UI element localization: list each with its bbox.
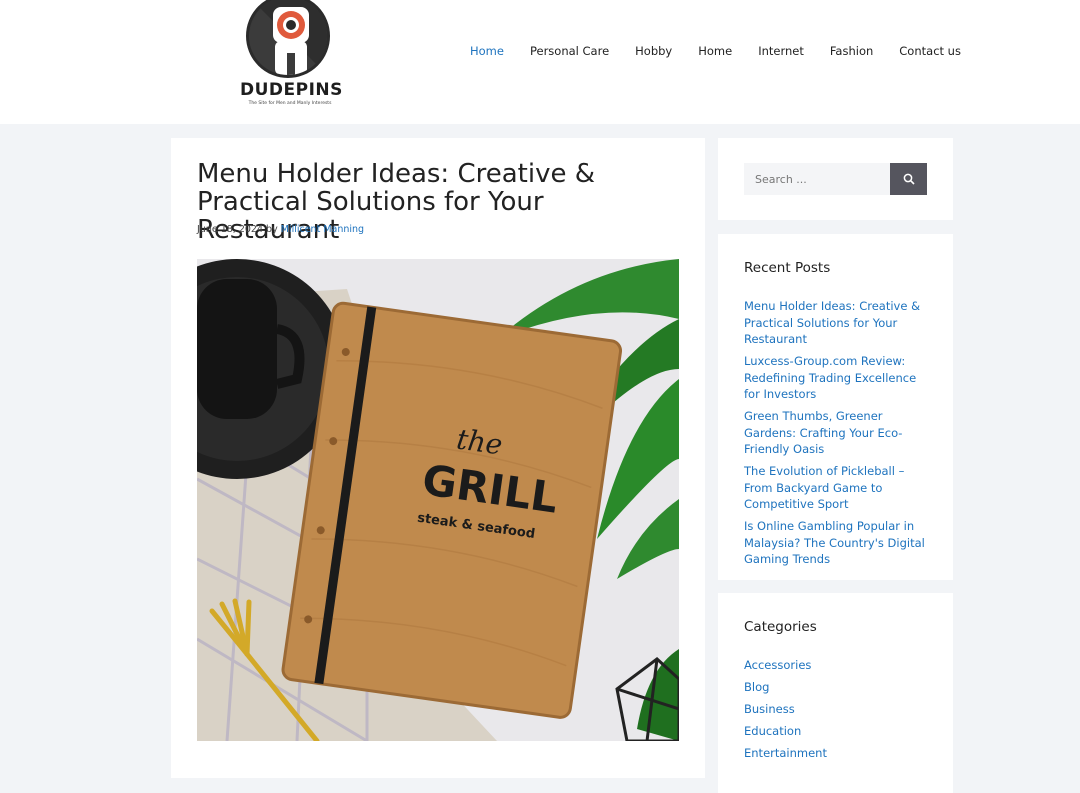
search-button[interactable] (890, 163, 927, 195)
nav-item-internet[interactable]: Internet (758, 44, 804, 58)
categories-list: Accessories Blog Business Education Ente… (744, 657, 930, 767)
category-link-business[interactable]: Business (744, 701, 930, 718)
by-label: by (266, 224, 278, 235)
categories-title: Categories (744, 619, 817, 635)
nav-item-contact-us[interactable]: Contact us (899, 44, 961, 58)
search-input[interactable] (744, 163, 890, 195)
site-logo[interactable]: DUDEPINS The Site for Men and Manly Inte… (240, 0, 343, 112)
recent-post-link[interactable]: Is Online Gambling Popular in Malaysia? … (744, 518, 930, 568)
recent-posts-widget: Recent Posts Menu Holder Ideas: Creative… (718, 234, 953, 580)
nav-item-hobby[interactable]: Hobby (635, 44, 672, 58)
site-header: DUDEPINS The Site for Men and Manly Inte… (0, 0, 1080, 124)
site-name: DUDEPINS (240, 80, 343, 100)
search-widget (718, 138, 953, 220)
menu-text-top: the (454, 422, 504, 461)
search-icon (890, 173, 927, 185)
recent-post-link[interactable]: Menu Holder Ideas: Creative & Practical … (744, 298, 930, 348)
featured-image: the GRILL steak & seafood (197, 259, 679, 741)
post-date: June 18, 2024 (197, 224, 264, 235)
recent-post-link[interactable]: The Evolution of Pickleball – From Backy… (744, 463, 930, 513)
nav-item-home-2[interactable]: Home (698, 44, 732, 58)
recent-post-link[interactable]: Luxcess-Group.com Review: Redefining Tra… (744, 353, 930, 403)
category-link-entertainment[interactable]: Entertainment (744, 745, 930, 762)
author-link[interactable]: Millicent Manning (281, 224, 364, 235)
main-nav: Home Personal Care Hobby Home Internet F… (470, 44, 961, 58)
logo-emblem (246, 0, 330, 78)
recent-posts-list: Menu Holder Ideas: Creative & Practical … (744, 298, 930, 573)
article-meta: June 18, 2024 by Millicent Manning (197, 224, 364, 235)
nav-item-home[interactable]: Home (470, 44, 504, 58)
category-link-education[interactable]: Education (744, 723, 930, 740)
recent-post-link[interactable]: Green Thumbs, Greener Gardens: Crafting … (744, 408, 930, 458)
recent-posts-title: Recent Posts (744, 260, 831, 276)
nav-item-personal-care[interactable]: Personal Care (530, 44, 609, 58)
site-tagline: The Site for Men and Manly Interests (248, 101, 332, 106)
categories-widget: Categories Accessories Blog Business Edu… (718, 593, 953, 793)
category-link-accessories[interactable]: Accessories (744, 657, 930, 674)
nav-item-fashion[interactable]: Fashion (830, 44, 873, 58)
category-link-blog[interactable]: Blog (744, 679, 930, 696)
article: Menu Holder Ideas: Creative & Practical … (171, 138, 705, 778)
